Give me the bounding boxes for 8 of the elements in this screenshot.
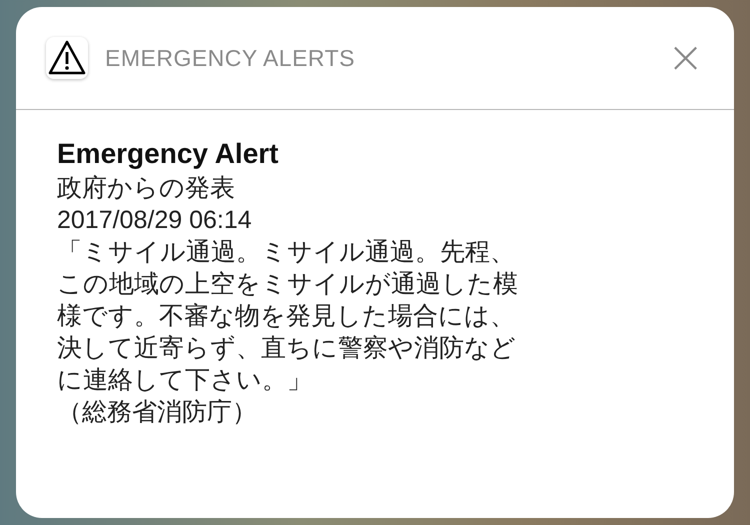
app-name: EMERGENCY ALERTS — [105, 44, 356, 72]
alert-timestamp: 2017/08/29 06:14 — [57, 205, 253, 236]
warning-icon — [46, 37, 88, 79]
alert-source: （総務省消防庁） — [57, 397, 258, 428]
alert-message: 「ミサイル通過。ミサイル通過。先程、 この地域の上空をミサイルが通過した模 様です。不審な物を発見した場合には、 決して近寄らず、直ちに警察や消防など に連絡して下さい。」 — [57, 237, 518, 396]
close-button[interactable]: × — [667, 36, 704, 80]
alert-title: Emergency Alert — [57, 137, 280, 171]
alert-sender: 政府からの発表 — [57, 173, 236, 204]
